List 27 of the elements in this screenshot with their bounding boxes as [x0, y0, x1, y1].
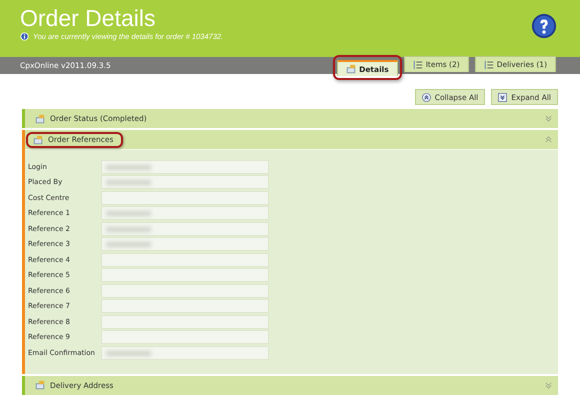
- chevrons-up-icon[interactable]: [545, 136, 552, 143]
- folder-icon: [35, 380, 45, 390]
- input-field[interactable]: [101, 190, 269, 205]
- input-field[interactable]: [101, 175, 269, 190]
- input-field[interactable]: [101, 346, 269, 360]
- chevrons-down-icon: [498, 92, 508, 102]
- folder-icon: [35, 114, 45, 124]
- input-field[interactable]: [101, 160, 269, 174]
- input-field[interactable]: [101, 330, 269, 344]
- input-field[interactable]: [101, 222, 269, 236]
- chevrons-down-icon[interactable]: [545, 382, 552, 388]
- input-field[interactable]: [101, 252, 269, 267]
- folder-icon: [33, 134, 43, 144]
- input-field[interactable]: [101, 299, 269, 314]
- input-field[interactable]: [101, 206, 269, 220]
- input-field[interactable]: [101, 314, 269, 329]
- folder-icon: [346, 64, 356, 74]
- chevrons-up-icon: [422, 92, 431, 102]
- help-icon[interactable]: [531, 13, 557, 39]
- list-icon: [484, 60, 494, 70]
- input-field[interactable]: [101, 237, 269, 252]
- info-icon: [20, 32, 29, 41]
- input-field[interactable]: [101, 284, 269, 298]
- chevrons-down-icon[interactable]: [545, 115, 552, 122]
- page-title: Order Details: [20, 5, 156, 31]
- list-icon: [412, 60, 423, 70]
- input-field[interactable]: [101, 268, 269, 282]
